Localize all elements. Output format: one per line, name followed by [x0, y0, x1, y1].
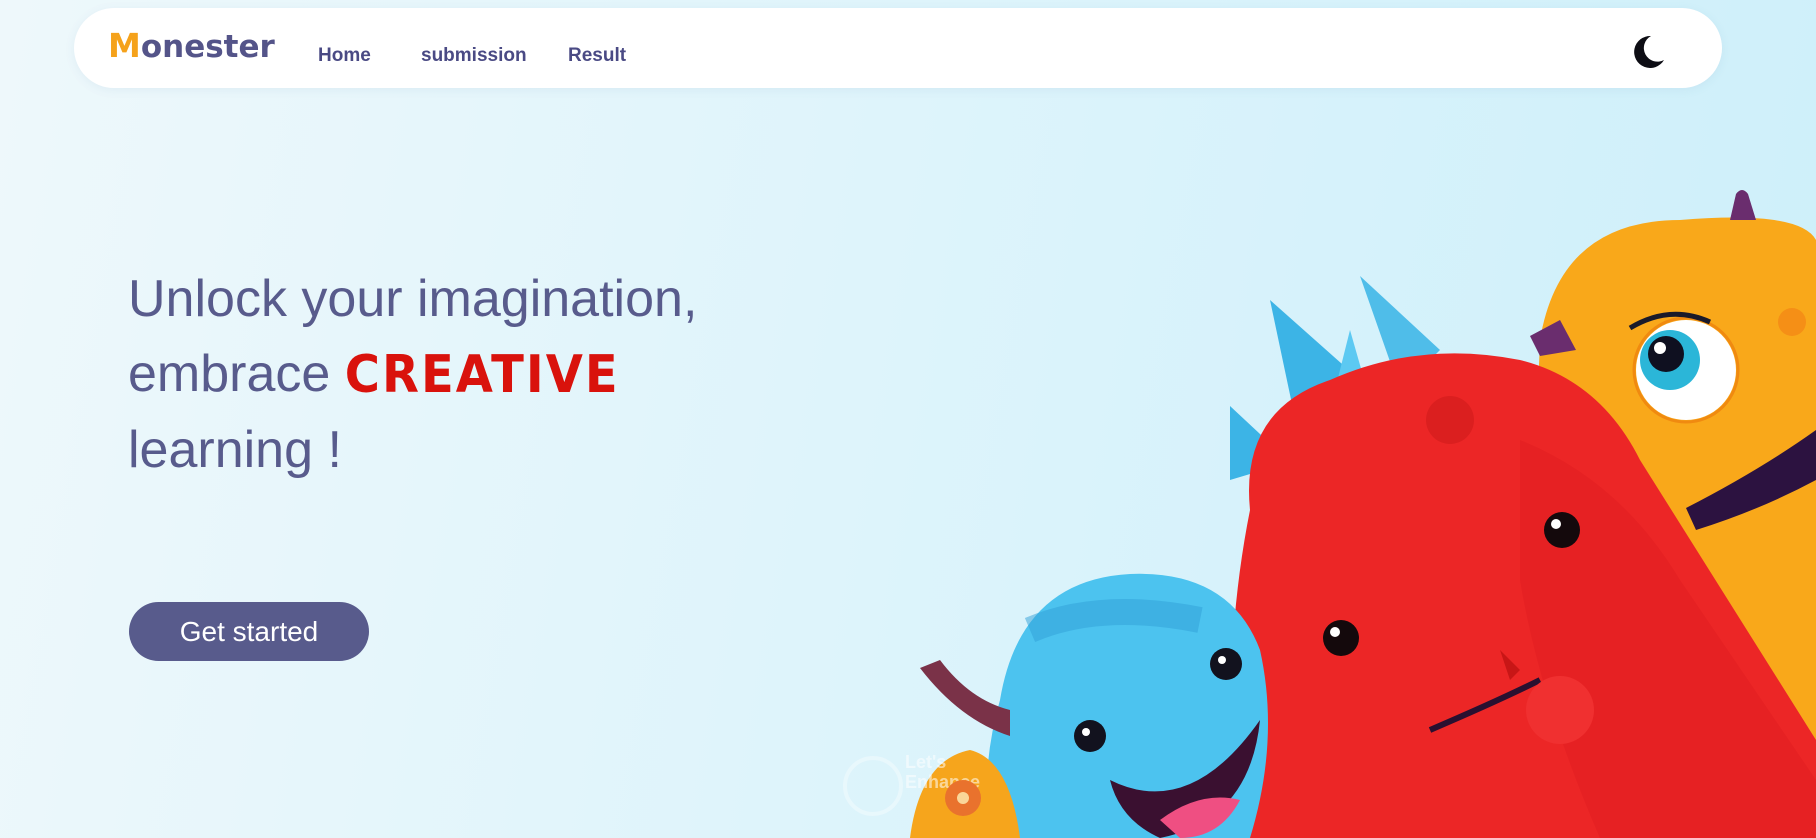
- nav-link-result[interactable]: Result: [568, 44, 626, 68]
- get-started-button[interactable]: Get started: [129, 602, 369, 661]
- watermark-dot-icon: [945, 780, 981, 816]
- logo-rest-text: onester: [140, 29, 275, 65]
- watermark: Let's Enhance: [843, 752, 993, 822]
- headline-line-2: embrace CREATIVE: [128, 337, 697, 413]
- top-navbar: Monester Home submission Result: [74, 8, 1722, 88]
- hero-headline: Unlock your imagination, embrace CREATIV…: [128, 262, 697, 488]
- nav-link-home[interactable]: Home: [318, 44, 371, 68]
- moon-icon: [1634, 35, 1664, 68]
- headline-embrace-text: embrace: [128, 345, 331, 403]
- headline-line-1: Unlock your imagination,: [128, 270, 698, 328]
- theme-toggle-button[interactable]: [1626, 30, 1670, 74]
- nav-link-submission[interactable]: submission: [421, 44, 527, 68]
- logo-first-letter: M: [108, 26, 141, 65]
- watermark-ring-icon: [843, 756, 903, 816]
- brand-logo[interactable]: Monester: [108, 26, 275, 67]
- monsters-illustration: [910, 190, 1816, 838]
- headline-line-3: learning !: [128, 421, 342, 479]
- creative-highlight-text: CREATIVE: [344, 344, 620, 406]
